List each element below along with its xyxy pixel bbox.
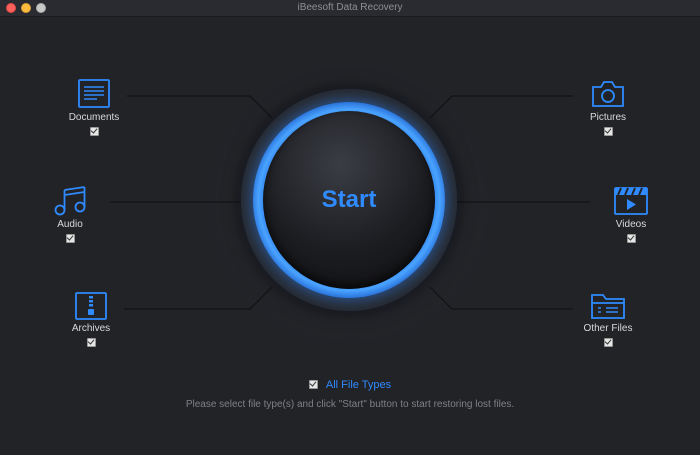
pictures-label: Pictures bbox=[589, 112, 627, 123]
start-button-label: Start bbox=[321, 186, 377, 213]
category-audio[interactable]: Audio bbox=[20, 186, 120, 248]
documents-label: Documents bbox=[68, 112, 120, 123]
archive-icon bbox=[75, 292, 107, 320]
instruction-text: Please select file type(s) and click "St… bbox=[185, 399, 515, 410]
all-file-types-label[interactable]: All File Types bbox=[326, 379, 391, 391]
category-documents[interactable]: Documents bbox=[44, 79, 144, 141]
archives-label: Archives bbox=[71, 323, 111, 334]
audio-checkbox[interactable] bbox=[65, 234, 75, 243]
category-archives[interactable]: Archives bbox=[41, 292, 141, 352]
audio-label: Audio bbox=[57, 219, 83, 230]
pictures-checkbox[interactable] bbox=[603, 127, 613, 136]
archives-checkbox[interactable] bbox=[86, 338, 96, 347]
other-files-checkbox[interactable] bbox=[603, 338, 613, 347]
videos-checkbox[interactable] bbox=[626, 234, 636, 243]
videos-label: Videos bbox=[615, 219, 647, 230]
all-file-types-row[interactable]: All File Types bbox=[0, 376, 700, 394]
documents-checkbox[interactable] bbox=[89, 127, 99, 136]
document-icon bbox=[78, 79, 110, 108]
category-videos[interactable]: Videos bbox=[581, 186, 681, 248]
other-files-label: Other Files bbox=[583, 323, 633, 334]
category-other-files[interactable]: Other Files bbox=[558, 292, 658, 352]
start-button[interactable]: Start bbox=[263, 111, 435, 289]
video-clapper-icon bbox=[614, 187, 648, 215]
folder-icon bbox=[591, 294, 625, 319]
music-note-icon bbox=[54, 186, 86, 216]
camera-icon bbox=[592, 81, 624, 107]
all-file-types-checkbox[interactable] bbox=[308, 380, 318, 390]
app-window: iBeesoft Data Recovery Start Documents A… bbox=[0, 0, 700, 455]
category-pictures[interactable]: Pictures bbox=[558, 79, 658, 141]
